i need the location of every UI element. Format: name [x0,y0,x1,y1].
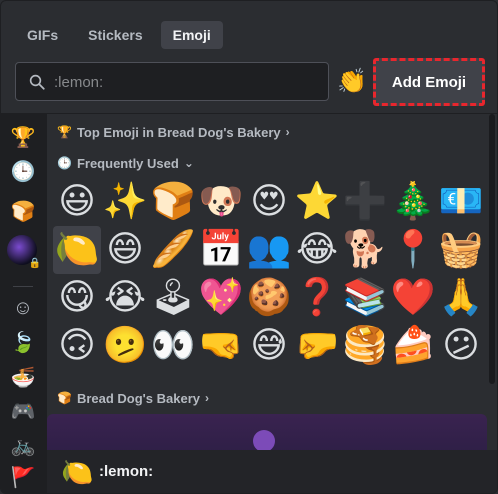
server-avatar[interactable] [7,235,41,269]
tab-emoji[interactable]: Emoji [160,21,223,49]
emoji-button[interactable]: 😃 [53,178,101,226]
emoji-preview: 🍋 :lemon: [47,450,497,493]
section-top-emoji[interactable]: 🏆 Top Emoji in Bread Dog's Bakery › [57,122,290,142]
picker-tabs: GIFs Stickers Emoji [15,21,223,49]
emoji-picker: GIFs Stickers Emoji 👏 Add Emoji 🏆 🕒 🍞 ☺ … [0,0,498,494]
emoji-button[interactable]: 🍋 [53,226,101,274]
preview-emoji: 🍋 [61,457,94,487]
emoji-button[interactable]: 🫤 [101,322,149,370]
emoji-button[interactable]: ❤️ [389,274,437,322]
emoji-button[interactable]: ⭐ [293,178,341,226]
chevron-right-icon: › [285,125,290,139]
emoji-button[interactable]: 🙃 [53,322,101,370]
emoji-button[interactable]: 📅 [197,226,245,274]
emoji-button[interactable]: ✨ [101,178,149,226]
scroll-thumb[interactable] [489,114,495,384]
emoji-button[interactable]: ➕ [341,178,389,226]
skin-tone-selector[interactable]: 👏 [337,67,367,97]
emoji-button[interactable]: 📚 [341,274,389,322]
search-box [15,62,329,101]
emoji-button[interactable]: 🤜 [197,322,245,370]
emoji-button[interactable]: 🍰 [389,322,437,370]
emoji-button[interactable]: 🙏 [437,274,485,322]
emoji-button[interactable]: 🤛 [293,322,341,370]
bike-icon[interactable]: 🚲 [9,432,37,460]
emoji-button[interactable]: 😍 [245,178,293,226]
emoji-button[interactable]: 🧺 [437,226,485,274]
chevron-right-icon: › [204,391,209,405]
leaf-icon[interactable]: 🍃 [9,329,37,357]
emoji-button[interactable]: 🕹 [149,274,197,322]
emoji-button[interactable]: 😅 [245,322,293,370]
server-badge [253,430,275,450]
emoji-button[interactable]: 🎄 [389,178,437,226]
add-emoji-button[interactable]: Add Emoji [373,58,485,106]
emoji-button[interactable]: ❓ [293,274,341,322]
emoji-button[interactable]: 😕 [437,322,485,370]
emoji-button[interactable]: 😄 [101,226,149,274]
preview-name: :lemon: [99,463,154,480]
emoji-grid: 😃 ✨ 🍞 🐶 😍 ⭐ ➕ 🎄 💶 🍋 😄 🥖 📅 👥 😂 🐕 📍 🧺 😋 😭 🕹 💖 🍪 ❓ 📚 ❤️ 🙏 🙃 🫤 👀 🤜 😅 🤛 🥞 🍰 😕 [53,178,485,370]
emoji-button[interactable]: 👀 [149,322,197,370]
emoji-button[interactable]: 📍 [389,226,437,274]
emoji-button[interactable]: 🐕 [341,226,389,274]
bread-icon: 🍞 [57,391,72,405]
search-icon [29,74,45,90]
tab-gifs[interactable]: GIFs [15,21,70,49]
clock-icon[interactable]: 🕒 [9,158,37,186]
emoji-button[interactable]: 💖 [197,274,245,322]
emoji-button[interactable]: 👥 [245,226,293,274]
emoji-button[interactable]: 😂 [293,226,341,274]
section-title: Bread Dog's Bakery [76,390,200,406]
server-emoji-banner [47,414,487,450]
tab-stickers[interactable]: Stickers [76,21,154,49]
chevron-down-icon: ⌄ [183,156,194,170]
emoji-button[interactable]: 🥞 [341,322,389,370]
sidebar-divider [13,286,33,287]
food-icon[interactable]: 🍜 [9,364,37,392]
trophy-icon: 🏆 [57,125,72,139]
emoji-button[interactable]: 🍪 [245,274,293,322]
scrollbar[interactable] [487,114,495,450]
clock-icon: 🕒 [57,156,72,170]
emoji-button[interactable]: 💶 [437,178,485,226]
emoji-list: 🏆 Top Emoji in Bread Dog's Bakery › 🕒 Fr… [47,114,487,450]
section-frequently-used[interactable]: 🕒 Frequently Used ⌄ [57,153,194,173]
emoji-button[interactable]: 🍞 [149,178,197,226]
section-title: Top Emoji in Bread Dog's Bakery [76,124,281,140]
section-bread-dogs-bakery[interactable]: 🍞 Bread Dog's Bakery › [57,388,209,408]
search-input[interactable] [54,69,314,95]
category-sidebar: 🏆 🕒 🍞 ☺ 🍃 🍜 🎮 🚲 🚩 [1,114,47,493]
flag-icon[interactable]: 🚩 [9,464,37,492]
section-title: Frequently Used [76,155,179,171]
trophy-icon[interactable]: 🏆 [9,124,37,152]
bread-icon[interactable]: 🍞 [9,198,37,226]
emoji-button[interactable]: 🥖 [149,226,197,274]
emoji-button[interactable]: 😋 [53,274,101,322]
gamepad-icon[interactable]: 🎮 [9,398,37,426]
smiley-icon[interactable]: ☺ [9,294,37,322]
emoji-button[interactable]: 🐶 [197,178,245,226]
emoji-button[interactable]: 😭 [101,274,149,322]
